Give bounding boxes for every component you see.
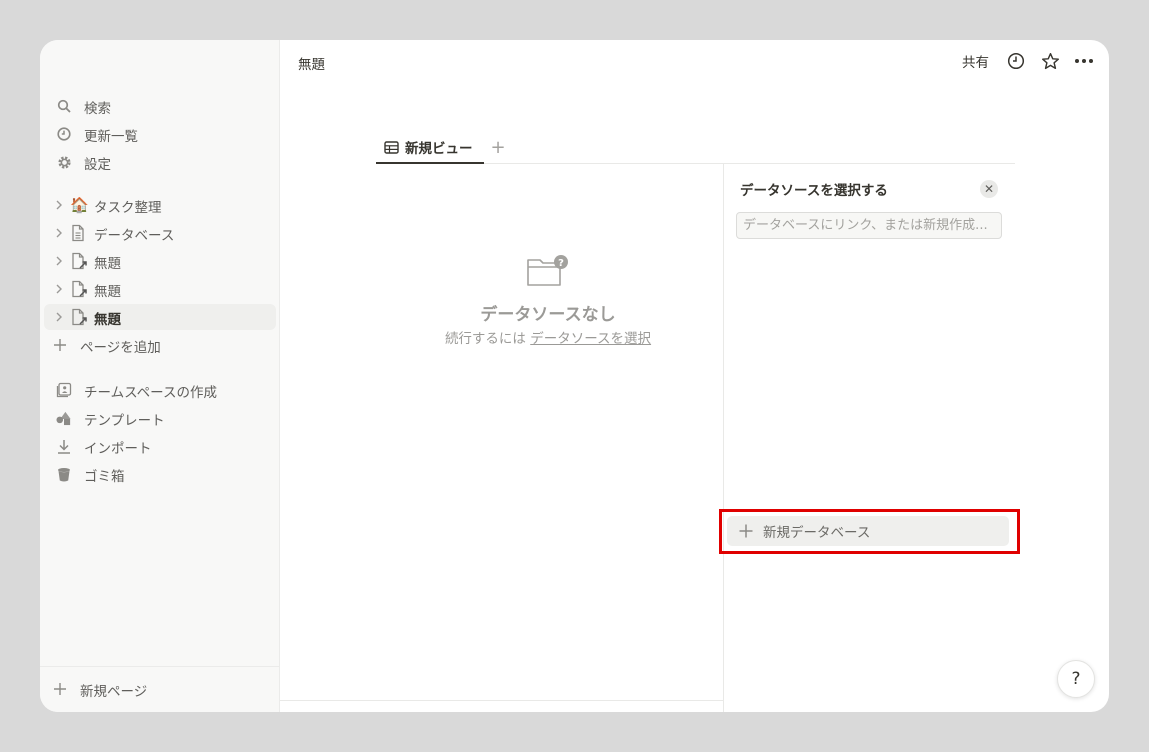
add-page-label: ページを追加 — [80, 340, 161, 356]
sidebar-page-label: 無題 — [94, 312, 121, 328]
download-icon — [56, 438, 72, 454]
panel-divider — [723, 164, 724, 712]
sidebar-page-database[interactable]: データベース — [44, 220, 276, 246]
sidebar-item-label: インポート — [84, 441, 152, 457]
sidebar-item-import[interactable]: インポート — [44, 433, 276, 459]
history-clock-icon[interactable] — [1005, 50, 1027, 72]
tab-new-view[interactable]: 新規ビュー — [376, 132, 484, 164]
teamspace-icon — [56, 382, 72, 398]
sidebar-page-label: 無題 — [94, 256, 121, 272]
plus-icon — [52, 681, 68, 697]
search-icon — [56, 98, 72, 114]
add-view-button[interactable]: + — [488, 138, 508, 158]
sidebar-footer: 新規ページ — [40, 666, 280, 712]
chevron-right-icon[interactable] — [54, 197, 66, 213]
sidebar-item-label: 検索 — [84, 101, 111, 117]
trash-icon — [56, 466, 72, 482]
new-page-label: 新規ページ — [80, 684, 148, 700]
app-window: 検索 更新一覧 設定 🏠 タスク整理 データベース 無題 無題 無題 ページを追… — [40, 40, 1109, 712]
sidebar-item-search[interactable]: 検索 — [44, 93, 276, 119]
sidebar-item-label: ゴミ箱 — [84, 469, 125, 485]
add-page-button[interactable]: ページを追加 — [44, 332, 276, 358]
table-icon — [384, 140, 399, 154]
content-bottom-divider — [280, 700, 723, 701]
sidebar-page-label: 無題 — [94, 284, 121, 300]
select-data-source-link[interactable]: データソースを選択 — [530, 331, 651, 347]
view-tabs: 新規ビュー + — [376, 132, 1015, 164]
chevron-right-icon[interactable] — [54, 309, 66, 325]
empty-state-subtitle: 続行するには データソースを選択 — [398, 327, 698, 347]
share-button[interactable]: 共有 — [958, 51, 993, 71]
sidebar-page-task[interactable]: 🏠 タスク整理 — [44, 192, 276, 218]
page-title: 無題 — [298, 57, 325, 73]
empty-state-title: データソースなし — [480, 305, 616, 325]
shapes-icon — [56, 410, 72, 426]
chevron-right-icon[interactable] — [54, 253, 66, 269]
sidebar-page-label: データベース — [94, 228, 175, 244]
plus-icon — [52, 337, 68, 353]
clock-icon — [56, 126, 72, 142]
highlight-box — [719, 509, 1020, 554]
sidebar-item-settings[interactable]: 設定 — [44, 149, 276, 175]
svg-text:?: ? — [558, 258, 564, 269]
data-source-search-input[interactable] — [736, 212, 1002, 239]
empty-state: ? データソースなし 続行するには データソースを選択 — [398, 254, 698, 347]
close-icon[interactable]: ✕ — [980, 180, 998, 198]
linked-page-icon — [70, 280, 88, 298]
sidebar-page-untitled-2[interactable]: 無題 — [44, 276, 276, 302]
sidebar-item-label: チームスペースの作成 — [84, 385, 217, 401]
tab-label: 新規ビュー — [405, 141, 473, 157]
sidebar-item-create-teamspace[interactable]: チームスペースの作成 — [44, 377, 276, 403]
chevron-right-icon[interactable] — [54, 225, 66, 241]
sidebar-page-label: タスク整理 — [94, 200, 162, 216]
topbar-actions: 共有 — [958, 50, 1095, 72]
star-icon[interactable] — [1039, 50, 1061, 72]
linked-page-icon — [70, 252, 88, 270]
sidebar: 検索 更新一覧 設定 🏠 タスク整理 データベース 無題 無題 無題 ページを追… — [40, 40, 280, 712]
empty-state-subtitle-prefix: 続行するには — [444, 331, 526, 347]
sidebar-item-trash[interactable]: ゴミ箱 — [44, 461, 276, 487]
sidebar-item-updates[interactable]: 更新一覧 — [44, 121, 276, 147]
sidebar-item-label: テンプレート — [84, 413, 165, 429]
sidebar-item-templates[interactable]: テンプレート — [44, 405, 276, 431]
more-dots-icon[interactable] — [1073, 50, 1095, 72]
house-emoji-icon: 🏠 — [70, 196, 89, 214]
help-button[interactable]: ? — [1057, 660, 1095, 698]
sidebar-page-untitled-1[interactable]: 無題 — [44, 248, 276, 274]
folder-question-icon: ? — [527, 255, 568, 286]
sidebar-item-label: 更新一覧 — [84, 129, 138, 145]
gear-icon — [56, 154, 72, 170]
page-icon — [70, 224, 88, 242]
chevron-right-icon[interactable] — [54, 281, 66, 297]
sidebar-item-label: 設定 — [84, 157, 111, 173]
panel-title: データソースを選択する — [740, 183, 888, 199]
sidebar-page-untitled-3[interactable]: 無題 — [44, 304, 276, 330]
linked-page-icon — [70, 308, 88, 326]
new-page-button[interactable]: 新規ページ — [44, 676, 276, 702]
